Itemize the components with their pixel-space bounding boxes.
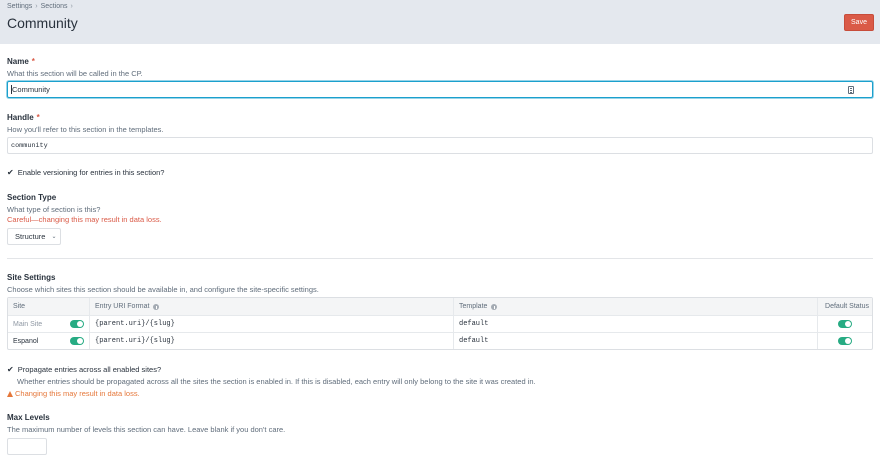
site-enabled-toggle[interactable]: [70, 337, 84, 345]
page-header: Settings › Sections › Community Save: [0, 0, 880, 44]
column-header-text: Default Status: [825, 303, 869, 310]
site-cell: Espanol: [8, 333, 90, 349]
handle-input-value: community: [11, 141, 48, 150]
template-value: default: [459, 337, 489, 345]
table-row: Espanol {parent.uri}/{slug} default: [8, 332, 872, 349]
site-settings-table: Site Entry URI Format Template Default S…: [7, 297, 873, 350]
save-button[interactable]: Save: [844, 14, 874, 31]
table-header-row: Site Entry URI Format Template Default S…: [8, 298, 872, 315]
page-title: Community: [7, 15, 78, 31]
section-type-instructions: What type of section is this?: [7, 205, 101, 214]
versioning-checkbox[interactable]: ✔ Enable versioning for entries in this …: [7, 168, 164, 177]
warning-icon: [7, 391, 13, 397]
column-header-uri-format: Entry URI Format: [90, 298, 454, 315]
chevron-down-icon: ⌄: [51, 234, 57, 240]
uri-format-cell[interactable]: {parent.uri}/{slug}: [90, 333, 454, 349]
table-row: Main Site {parent.uri}/{slug} default: [8, 315, 872, 332]
clipboard-icon[interactable]: [848, 86, 854, 94]
template-cell[interactable]: default: [454, 316, 818, 332]
default-status-toggle[interactable]: [838, 337, 852, 345]
section-type-select[interactable]: Structure ⌄: [7, 228, 61, 245]
site-cell: Main Site: [8, 316, 90, 332]
uri-format-value: {parent.uri}/{slug}: [95, 337, 175, 345]
default-status-cell: [818, 316, 874, 332]
uri-format-value: {parent.uri}/{slug}: [95, 320, 175, 328]
default-status-cell: [818, 333, 874, 349]
breadcrumb-separator: ›: [70, 3, 73, 10]
handle-input[interactable]: community: [7, 137, 873, 154]
checkmark-icon: ✔: [7, 167, 14, 177]
propagate-checkbox[interactable]: ✔ Propagate entries across all enabled s…: [7, 365, 161, 374]
column-header-text: Entry URI Format: [95, 303, 150, 310]
column-header-text: Template: [459, 303, 488, 310]
section-type-label: Section Type: [7, 193, 57, 202]
versioning-label: Enable versioning for entries in this se…: [17, 168, 165, 177]
template-value: default: [459, 320, 489, 328]
site-settings-label: Site Settings: [7, 273, 56, 282]
max-levels-input[interactable]: [7, 438, 47, 455]
required-indicator: *: [31, 57, 35, 66]
section-type-selected: Structure: [15, 232, 46, 241]
name-label-text: Name: [7, 57, 29, 66]
max-levels-instructions: The maximum number of levels this sectio…: [7, 425, 286, 434]
default-status-toggle[interactable]: [838, 320, 852, 328]
handle-label: Handle *: [7, 113, 40, 122]
handle-label-text: Handle: [7, 113, 34, 122]
name-instructions: What this section will be called in the …: [7, 69, 143, 78]
site-name: Main Site: [13, 320, 43, 328]
info-icon[interactable]: [153, 303, 160, 310]
column-header-template: Template: [454, 298, 818, 315]
breadcrumb-sections[interactable]: Sections: [41, 3, 68, 10]
propagate-warning-text: Changing this may result in data loss.: [15, 389, 140, 398]
breadcrumb: Settings › Sections ›: [7, 3, 73, 10]
propagate-instructions: Whether entries should be propagated acr…: [17, 377, 536, 386]
breadcrumb-settings[interactable]: Settings: [7, 3, 32, 10]
checkmark-icon: ✔: [7, 364, 14, 374]
propagate-warning: Changing this may result in data loss.: [7, 389, 140, 398]
propagate-label: Propagate entries across all enabled sit…: [17, 365, 162, 374]
site-enabled-toggle[interactable]: [70, 320, 84, 328]
name-input[interactable]: Community: [7, 81, 873, 98]
breadcrumb-separator: ›: [35, 3, 38, 10]
column-header-text: Site: [13, 303, 26, 310]
column-header-default-status: Default Status: [818, 298, 874, 315]
column-header-site: Site: [8, 298, 90, 315]
site-settings-instructions: Choose which sites this section should b…: [7, 285, 319, 294]
name-label: Name *: [7, 57, 35, 66]
max-levels-label: Max Levels: [7, 413, 50, 422]
uri-format-cell[interactable]: {parent.uri}/{slug}: [90, 316, 454, 332]
info-icon[interactable]: [491, 303, 498, 310]
template-cell[interactable]: default: [454, 333, 818, 349]
handle-instructions: How you'll refer to this section in the …: [7, 125, 164, 134]
section-type-warning: Careful—changing this may result in data…: [7, 215, 162, 224]
required-indicator: *: [36, 113, 40, 122]
site-name: Espanol: [13, 337, 39, 345]
name-input-value: Community: [12, 85, 50, 94]
section-divider: [7, 258, 873, 259]
